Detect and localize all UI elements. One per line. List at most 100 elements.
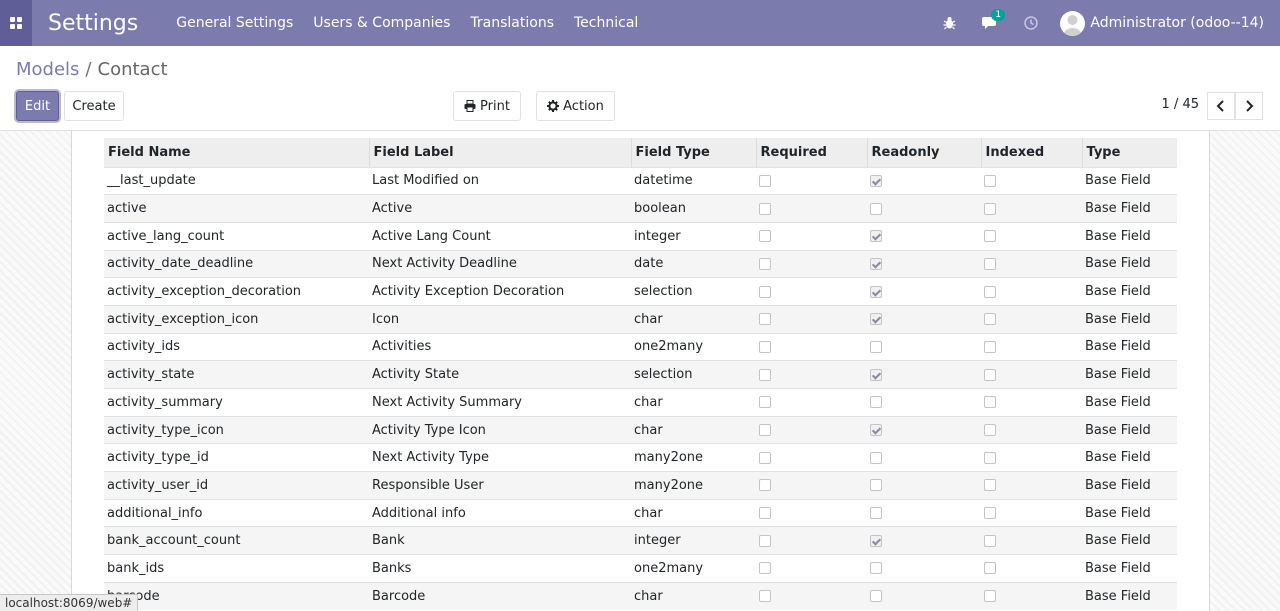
required-cell: [756, 304, 867, 334]
readonly-cell: [867, 443, 981, 472]
pager-previous-button[interactable]: [1207, 92, 1235, 120]
readonly-cell: [867, 332, 981, 361]
field-label-cell: Activity Exception Decoration: [369, 277, 631, 306]
menu-translations[interactable]: Translations: [470, 15, 554, 31]
indexed-cell: [981, 526, 1082, 555]
print-label: Print: [480, 98, 510, 114]
bug-icon[interactable]: [943, 16, 956, 30]
column-type[interactable]: Type: [1081, 138, 1177, 167]
table-row[interactable]: activity_exception_icon Icon char Base Fiel…: [104, 304, 1177, 334]
avatar: [1060, 10, 1086, 36]
table-row[interactable]: activity_state Activity State selection Bas…: [104, 360, 1177, 389]
print-icon: [464, 100, 476, 112]
field-name-cell: __last_update: [104, 166, 369, 195]
field-name-cell: active: [104, 194, 369, 223]
indexed-cell: [981, 277, 1082, 306]
table-row[interactable]: additional_info Additional info char Base F…: [104, 498, 1177, 527]
column-field-label[interactable]: Field Label: [368, 138, 631, 167]
indexed-checkbox: [984, 313, 996, 326]
table-row[interactable]: active Active boolean Base Field: [104, 194, 1177, 223]
menu-general-settings[interactable]: General Settings: [176, 15, 293, 31]
table-row[interactable]: activity_summary Next Activity Summary cha…: [104, 388, 1177, 417]
action-button[interactable]: Action: [536, 91, 615, 121]
field-type-cell: integer: [631, 221, 756, 251]
field-type-cell: boolean: [631, 194, 756, 223]
table-row[interactable]: activity_date_deadline Next Activity Dead…: [104, 249, 1177, 278]
field-label-cell: Active Lang Count: [369, 221, 631, 251]
table-row[interactable]: bank_ids Banks one2many Base Field: [104, 554, 1177, 583]
field-label-cell: Last Modified on: [369, 166, 631, 195]
field-label-cell: Responsible User: [369, 471, 631, 500]
type-cell: Base Field: [1082, 166, 1177, 195]
field-name-cell: activity_date_deadline: [104, 249, 369, 278]
indexed-cell: [981, 304, 1082, 334]
column-field-type[interactable]: Field Type: [630, 138, 756, 167]
table-row[interactable]: activity_ids Activities one2many Base Field: [104, 332, 1177, 361]
pager-next-button[interactable]: [1235, 92, 1263, 120]
field-label-cell: Bank: [369, 526, 631, 555]
table-row[interactable]: activity_exception_decoration Activity Ex…: [104, 277, 1177, 306]
indexed-checkbox: [984, 174, 996, 187]
clock-icon[interactable]: [1024, 16, 1039, 30]
indexed-checkbox: [984, 451, 996, 464]
table-row[interactable]: bank_account_count Bank integer Base Field: [104, 526, 1177, 555]
indexed-cell: [981, 581, 1082, 610]
indexed-cell: [981, 166, 1082, 195]
menu-users-companies[interactable]: Users & Companies: [313, 15, 450, 31]
required-checkbox: [759, 230, 771, 243]
readonly-checkbox: [870, 285, 882, 298]
breadcrumb-separator: /: [85, 59, 92, 80]
field-type-cell: char: [631, 415, 756, 444]
table-row[interactable]: activity_type_icon Activity Type Icon char…: [104, 415, 1177, 444]
browser-status-url: localhost:8069/web#: [0, 594, 139, 611]
field-name-cell: bank_account_count: [104, 526, 369, 555]
type-cell: Base Field: [1082, 360, 1177, 389]
field-name-cell: bank_ids: [104, 554, 369, 583]
type-cell: Base Field: [1082, 277, 1177, 306]
indexed-checkbox: [984, 396, 996, 409]
indexed-cell: [981, 221, 1082, 251]
column-indexed[interactable]: Indexed: [980, 138, 1082, 167]
readonly-checkbox: [870, 507, 882, 520]
table-row[interactable]: activity_type_id Next Activity Type many2o…: [104, 443, 1177, 472]
column-required[interactable]: Required: [755, 138, 867, 167]
field-name-cell: activity_ids: [104, 332, 369, 361]
indexed-checkbox: [984, 534, 996, 547]
type-cell: Base Field: [1082, 498, 1177, 527]
user-menu[interactable]: Administrator (odoo--14): [1060, 10, 1264, 36]
apps-menu-button[interactable]: [0, 0, 32, 46]
create-button[interactable]: Create: [64, 91, 124, 121]
chat-icon[interactable]: 1: [982, 9, 1006, 30]
pager-value[interactable]: 1 / 45: [1162, 97, 1199, 112]
table-row[interactable]: active_lang_count Active Lang Count intege…: [104, 221, 1177, 251]
edit-button[interactable]: Edit: [16, 91, 59, 121]
table-header-row: Field Name Field Label Field Type Requir…: [104, 138, 1177, 167]
type-cell: Base Field: [1082, 526, 1177, 555]
column-readonly[interactable]: Readonly: [866, 138, 981, 167]
type-cell: Base Field: [1082, 304, 1177, 334]
required-cell: [756, 526, 867, 555]
required-checkbox: [759, 257, 771, 270]
required-cell: [756, 360, 867, 389]
type-cell: Base Field: [1082, 443, 1177, 472]
field-label-cell: Active: [369, 194, 631, 223]
column-field-name[interactable]: Field Name: [104, 138, 369, 167]
readonly-checkbox: [870, 257, 882, 270]
readonly-cell: [867, 498, 981, 527]
readonly-checkbox: [870, 313, 882, 326]
field-label-cell: Next Activity Summary: [369, 388, 631, 417]
field-type-cell: one2many: [631, 554, 756, 583]
required-cell: [756, 388, 867, 417]
table-row[interactable]: barcodeBarcodechar Base Field: [104, 581, 1177, 610]
table-row[interactable]: __last_update Last Modified on datetime Bas…: [104, 166, 1177, 195]
breadcrumb-models-link[interactable]: Models: [16, 59, 79, 80]
table-row[interactable]: activity_user_id Responsible User many2one…: [104, 471, 1177, 500]
readonly-checkbox: [870, 451, 882, 464]
readonly-cell: [867, 388, 981, 417]
app-title[interactable]: Settings: [48, 11, 138, 36]
print-button[interactable]: Print: [453, 91, 521, 121]
required-cell: [756, 443, 867, 472]
field-name-cell: activity_exception_decoration: [104, 277, 369, 306]
top-navbar: Settings General Settings Users & Compan…: [0, 0, 1280, 46]
menu-technical[interactable]: Technical: [574, 15, 638, 31]
